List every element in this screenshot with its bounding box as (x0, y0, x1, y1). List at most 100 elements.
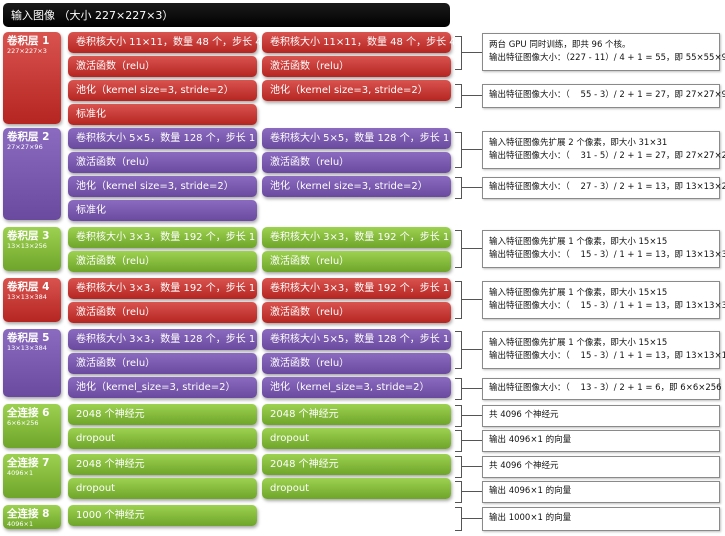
annotation-note: 共 4096 个神经元 (482, 456, 720, 478)
layer-name: 卷积层 3 (7, 230, 50, 242)
annotation-connector (461, 187, 482, 188)
annotation-line: 输出特征图像大小：（ 31 - 5）/ 2 + 1 = 27，即 27×27×2… (489, 151, 725, 161)
annotation-bracket (455, 177, 462, 199)
input-image-title: 输入图像 （大小 227×227×3） (3, 3, 450, 27)
annotation-connector (461, 388, 482, 389)
annotation-line: 输出 4096×1 的向量 (489, 486, 572, 497)
annotation-connector (461, 491, 482, 492)
layer-name: 卷积层 2 (7, 131, 50, 143)
layer-label: 全连接 6 6×6×256 (3, 404, 61, 448)
annotation-line: 输出特征图像大小：（ 55 - 3）/ 2 + 1 = 27，即 27×27×9… (489, 90, 725, 101)
layer-size: 227×227×3 (7, 46, 47, 55)
op-box-right: dropout (262, 428, 451, 449)
op-box-left: 池化（kernel size=3, stride=2） (68, 80, 257, 101)
annotation-connector (461, 415, 482, 416)
annotation-line: 共 4096 个神经元 (489, 410, 559, 421)
op-box-right: 卷积核大小 5×5，数量 128 个，步长 1 (262, 128, 451, 149)
op-box-left: 激活函数（relu） (68, 353, 257, 374)
op-box-right: dropout (262, 478, 451, 499)
annotation-connector (461, 466, 482, 467)
op-box-left: 池化（kernel_size=3, stride=2） (68, 377, 257, 398)
layer-label: 卷积层 1 227×227×3 (3, 32, 61, 124)
op-box-right: 激活函数（relu） (262, 251, 451, 272)
op-box-left: 标准化 (68, 200, 257, 221)
annotation-note: 共 4096 个神经元 (482, 405, 720, 427)
layer-label: 全连接 7 4096×1 (3, 454, 61, 498)
annotation-connector (461, 349, 482, 350)
op-box-left: 1000 个神经元 (68, 505, 257, 526)
annotation-note: 输出特征图像大小：（ 13 - 3）/ 2 + 1 = 6，即 6×6×256 (482, 378, 722, 400)
op-box-left: 卷积核大小 11×11，数量 48 个，步长 4 (68, 32, 262, 53)
op-box-right: 池化（kernel size=3, stride=2） (262, 80, 451, 101)
layer-size: 6×6×256 (7, 418, 39, 427)
op-box-right: 池化（kernel size=3, stride=2） (262, 176, 451, 197)
annotation-bracket (455, 507, 462, 531)
annotation-line: 两台 GPU 同时训练，即共 96 个核。 (489, 39, 631, 50)
op-box-left: 激活函数（relu） (68, 152, 257, 173)
layer-name: 卷积层 1 (7, 35, 50, 47)
annotation-line: 输出特征图像大小：（227 - 11）/ 4 + 1 = 55，即 55×55×… (489, 53, 725, 63)
op-box-right: 激活函数（relu） (262, 56, 451, 77)
layer-size: 13×13×384 (7, 343, 47, 352)
annotation-connector (461, 518, 482, 519)
annotation-bracket (455, 230, 462, 268)
layer-label: 卷积层 2 27×27×96 (3, 128, 61, 220)
annotation-note: 输出特征图像大小：（ 55 - 3）/ 2 + 1 = 27，即 27×27×9… (482, 84, 725, 108)
layer-name: 全连接 8 (7, 508, 50, 520)
layer-label: 全连接 8 4096×1 (3, 505, 61, 529)
layer-size: 4096×1 (7, 468, 34, 477)
annotation-bracket (455, 132, 462, 168)
layer-size: 4096×1 (7, 519, 34, 528)
op-box-left: dropout (68, 478, 257, 499)
annotation-line: 输入特征图像先扩展 2 个像素，即大小 31×31 (489, 137, 668, 148)
op-box-right: 卷积核大小 5×5，数量 128 个，步长 1 (262, 329, 451, 350)
annotation-note: 输出特征图像大小：（ 27 - 3）/ 2 + 1 = 13，即 13×13×2… (482, 177, 725, 199)
annotation-connector (461, 52, 482, 53)
layer-label: 卷积层 3 13×13×256 (3, 227, 61, 271)
layer-label: 卷积层 5 13×13×384 (3, 329, 61, 397)
annotation-line: 输出特征图像大小：（ 15 - 3）/ 1 + 1 = 13，即 13×13×1… (489, 351, 725, 361)
op-box-left: 池化（kernel size=3, stride=2） (68, 176, 257, 197)
annotation-bracket (455, 430, 462, 452)
layer-name: 全连接 7 (7, 457, 50, 469)
op-box-left: 标准化 (68, 104, 257, 125)
annotation-bracket (455, 456, 462, 478)
op-box-left: 卷积核大小 3×3，数量 192 个，步长 1 (68, 227, 257, 248)
annotation-note: 输入特征图像先扩展 1 个像素，即大小 15×15 输出特征图像大小：（ 15 -… (482, 331, 725, 369)
annotation-note: 输入特征图像先扩展 1 个像素，即大小 15×15 输出特征图像大小：（ 15 -… (482, 281, 725, 319)
annotation-line: 输入特征图像先扩展 1 个像素，即大小 15×15 (489, 287, 668, 298)
op-box-right: 卷积核大小 3×3，数量 192 个，步长 1 (262, 278, 451, 299)
op-box-left: 2048 个神经元 (68, 454, 257, 475)
op-box-right: 卷积核大小 11×11，数量 48 个，步长 4 (262, 32, 456, 53)
annotation-line: 输出特征图像大小：（ 15 - 3）/ 1 + 1 = 13，即 13×13×3… (489, 250, 725, 260)
op-box-left: 激活函数（relu） (68, 251, 257, 272)
annotation-bracket (455, 378, 462, 400)
op-box-left: 激活函数（relu） (68, 56, 257, 77)
annotation-line: 输出 4096×1 的向量 (489, 435, 572, 446)
op-box-right: 激活函数（relu） (262, 302, 451, 323)
layer-name: 卷积层 4 (7, 281, 50, 293)
annotation-connector (461, 248, 482, 249)
annotation-line: 输出特征图像大小：（ 27 - 3）/ 2 + 1 = 13，即 13×13×2… (489, 182, 725, 193)
op-box-left: 2048 个神经元 (68, 404, 257, 425)
annotation-note: 输入特征图像先扩展 1 个像素，即大小 15×15 输出特征图像大小：（ 15 -… (482, 230, 725, 268)
annotation-connector (461, 95, 482, 96)
annotation-line: 输入特征图像先扩展 1 个像素，即大小 15×15 (489, 236, 668, 247)
op-box-left: 卷积核大小 3×3，数量 192 个，步长 1 (68, 278, 257, 299)
layer-label: 卷积层 4 13×13×384 (3, 278, 61, 322)
op-box-right: 2048 个神经元 (262, 404, 451, 425)
annotation-bracket (455, 84, 462, 108)
op-box-right: 激活函数（relu） (262, 152, 451, 173)
op-box-left: 卷积核大小 3×3，数量 128 个，步长 1 (68, 329, 257, 350)
annotation-note: 输出 1000×1 的向量 (482, 507, 720, 531)
annotation-note: 输出 4096×1 的向量 (482, 481, 720, 503)
layer-size: 13×13×256 (7, 241, 47, 250)
annotation-connector (461, 299, 482, 300)
annotation-bracket (455, 481, 462, 503)
annotation-bracket (455, 281, 462, 319)
op-box-left: dropout (68, 428, 257, 449)
annotation-bracket (455, 331, 462, 369)
layer-size: 13×13×384 (7, 292, 47, 301)
layer-name: 全连接 6 (7, 407, 50, 419)
op-box-left: 激活函数（relu） (68, 302, 257, 323)
